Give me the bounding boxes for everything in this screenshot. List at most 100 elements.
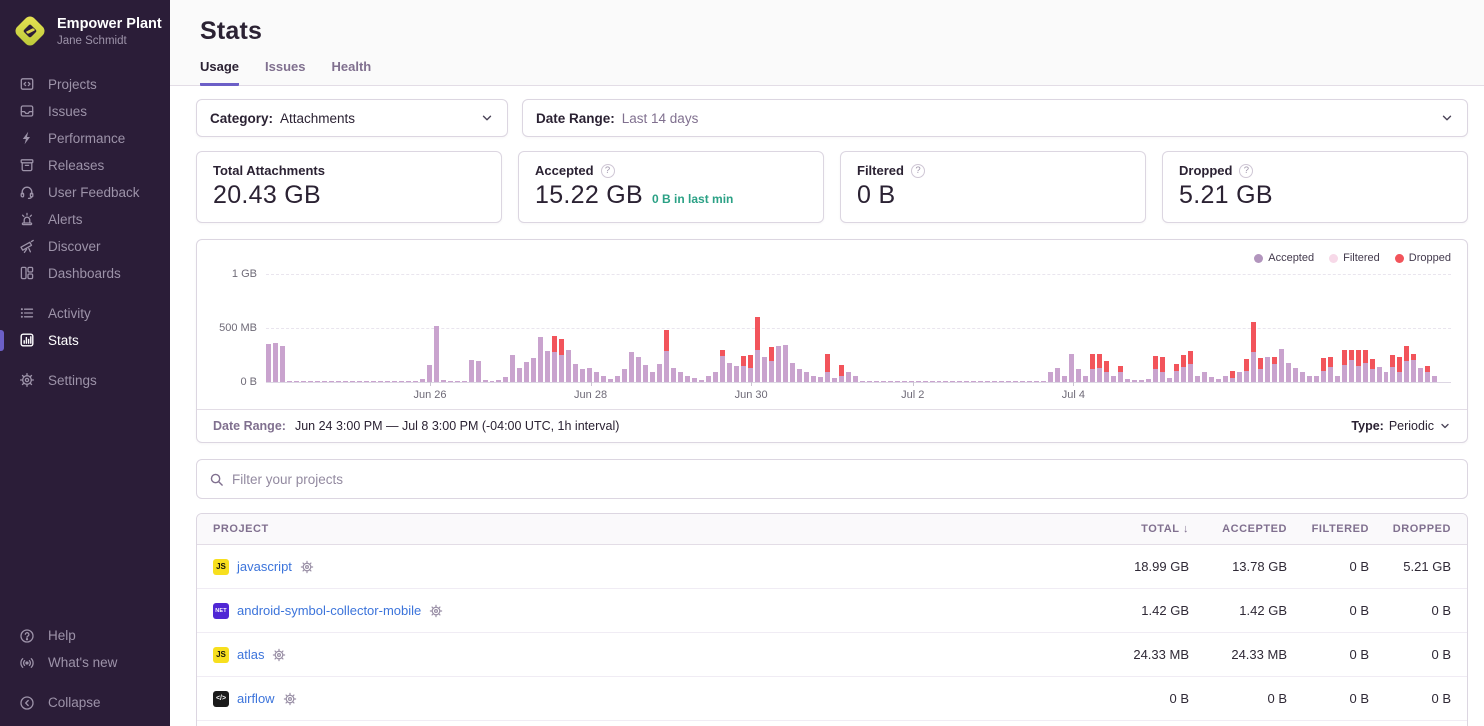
sidebar-item-help[interactable]: Help	[0, 622, 170, 649]
footer-date-range-value: Jun 24 3:00 PM — Jul 8 3:00 PM (-04:00 U…	[295, 419, 619, 433]
sidebar-item-activity[interactable]: Activity	[0, 300, 170, 327]
table-row: JS atlas 24.33 MB 24.33 MB 0 B 0 B	[197, 633, 1467, 677]
chart-bar	[1293, 368, 1298, 382]
project-link[interactable]: atlas	[237, 647, 264, 662]
project-link[interactable]: airflow	[237, 691, 275, 706]
col-project[interactable]: PROJECT	[213, 523, 1071, 535]
sidebar-item-issues[interactable]: Issues	[0, 98, 170, 125]
sidebar-item-label: Help	[48, 628, 76, 643]
sidebar-item-performance[interactable]: Performance	[0, 125, 170, 152]
chart-bar	[643, 365, 648, 382]
col-dropped[interactable]: DROPPED	[1369, 523, 1451, 535]
chart-bar	[636, 357, 641, 382]
sidebar-item-releases[interactable]: Releases	[0, 152, 170, 179]
stats-icon	[19, 332, 35, 348]
card-filtered: Filtered? 0 B	[840, 151, 1146, 223]
tab-issues[interactable]: Issues	[265, 59, 305, 86]
sidebar-item-discover[interactable]: Discover	[0, 233, 170, 260]
sidebar-item-alerts[interactable]: Alerts	[0, 206, 170, 233]
project-settings-button[interactable]	[283, 692, 297, 706]
discover-icon	[19, 238, 35, 254]
card-title: Dropped	[1179, 163, 1232, 178]
chart-bar	[1328, 357, 1333, 382]
legend-filtered[interactable]: Filtered	[1329, 252, 1380, 264]
project-link[interactable]: android-symbol-collector-mobile	[237, 603, 421, 618]
cell-total: 1.42 GB	[1071, 603, 1189, 618]
sidebar-item-label: Issues	[48, 104, 87, 119]
chart-bar	[1279, 349, 1284, 382]
chart-bar	[524, 362, 529, 382]
chart-bar	[552, 336, 557, 382]
chart-legend: Accepted Filtered Dropped	[213, 249, 1451, 274]
org-logo	[13, 14, 47, 48]
cell-dropped: 0 B	[1369, 647, 1451, 662]
card-dropped: Dropped? 5.21 GB	[1162, 151, 1468, 223]
chevron-down-icon	[1439, 420, 1451, 432]
chart-bar	[1300, 372, 1305, 382]
chart-type-dropdown[interactable]: Type: Periodic	[1351, 419, 1451, 433]
chart-bar	[804, 372, 809, 382]
chart-bar	[748, 355, 753, 382]
tabs: Usage Issues Health	[200, 59, 1454, 85]
gear-icon	[429, 604, 443, 618]
legend-dot	[1395, 254, 1404, 263]
help-icon[interactable]: ?	[1239, 164, 1253, 178]
chart-bar	[517, 368, 522, 382]
project-settings-button[interactable]	[272, 648, 286, 662]
dashboards-icon	[19, 265, 35, 281]
activity-icon	[19, 305, 35, 321]
sidebar-collapse-button[interactable]: Collapse	[0, 689, 170, 716]
legend-accepted[interactable]: Accepted	[1254, 252, 1314, 264]
chart-bar	[1425, 366, 1430, 382]
sidebar-item-label: User Feedback	[48, 185, 140, 200]
col-filtered[interactable]: FILTERED	[1287, 523, 1369, 535]
project-filter-input[interactable]	[232, 472, 1455, 487]
project-settings-button[interactable]	[300, 560, 314, 574]
legend-dropped[interactable]: Dropped	[1395, 252, 1451, 264]
user-feedback-icon	[19, 184, 35, 200]
gear-icon	[283, 692, 297, 706]
chart-bar	[573, 364, 578, 382]
sidebar: Empower Plant Jane Schmidt Projects Issu…	[0, 0, 170, 726]
cell-total: 24.33 MB	[1071, 647, 1189, 662]
tab-usage[interactable]: Usage	[200, 59, 239, 86]
help-icon[interactable]: ?	[601, 164, 615, 178]
legend-label: Filtered	[1343, 252, 1380, 264]
chart-bar	[1251, 322, 1256, 382]
org-switcher[interactable]: Empower Plant Jane Schmidt	[0, 12, 170, 63]
chart-bar	[790, 363, 795, 382]
chart-bar	[545, 351, 550, 382]
x-tick-mark	[591, 382, 592, 386]
sidebar-item-projects[interactable]: Projects	[0, 71, 170, 98]
legend-label: Dropped	[1409, 252, 1451, 264]
chart-bar	[266, 344, 271, 382]
score-cards: Total Attachments 20.43 GB Accepted? 15.…	[196, 151, 1468, 223]
sidebar-item-stats[interactable]: Stats	[0, 327, 170, 354]
org-name: Empower Plant	[57, 15, 162, 33]
date-range-dropdown[interactable]: Date Range: Last 14 days	[522, 99, 1468, 137]
chart-type-value: Periodic	[1389, 419, 1434, 433]
chart-bar	[587, 368, 592, 382]
sidebar-item-whats-new[interactable]: What's new	[0, 649, 170, 676]
sidebar-item-settings[interactable]: Settings	[0, 367, 170, 394]
chart-bar	[1404, 346, 1409, 382]
project-link[interactable]: javascript	[237, 559, 292, 574]
chart-bar	[622, 369, 627, 382]
y-tick: 500 MB	[219, 322, 257, 334]
chart-bar	[734, 366, 739, 382]
tab-health[interactable]: Health	[332, 59, 372, 86]
col-accepted[interactable]: ACCEPTED	[1189, 523, 1287, 535]
chart-bar	[1097, 354, 1102, 382]
col-total[interactable]: TOTAL ↓	[1071, 523, 1189, 535]
y-axis: 1 GB 500 MB 0 B	[213, 274, 257, 382]
sidebar-item-user-feedback[interactable]: User Feedback	[0, 179, 170, 206]
project-settings-button[interactable]	[429, 604, 443, 618]
category-dropdown[interactable]: Category: Attachments	[196, 99, 508, 137]
help-icon[interactable]: ?	[911, 164, 925, 178]
table-header: PROJECT TOTAL ↓ ACCEPTED FILTERED DROPPE…	[197, 514, 1467, 545]
card-total: Total Attachments 20.43 GB	[196, 151, 502, 223]
chart-bar	[720, 350, 725, 382]
sidebar-item-dashboards[interactable]: Dashboards	[0, 260, 170, 287]
sidebar-item-label: Alerts	[48, 212, 83, 227]
chart-bar	[755, 317, 760, 382]
